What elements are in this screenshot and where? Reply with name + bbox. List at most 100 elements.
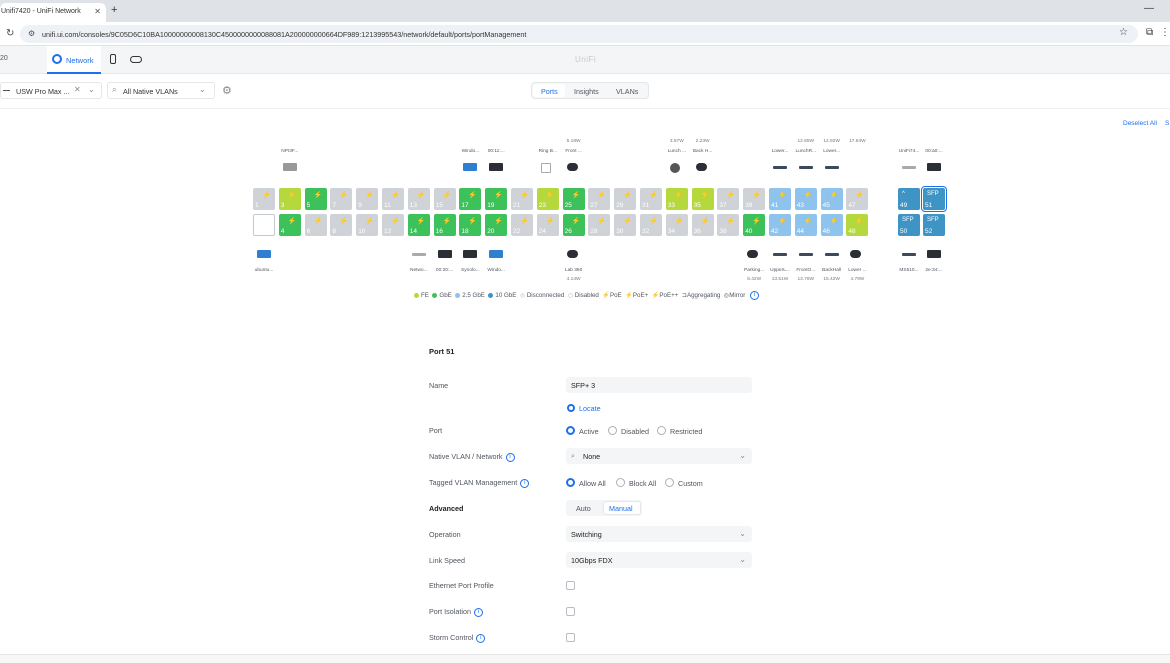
- port-13[interactable]: 13 ⚡: [407, 188, 430, 210]
- link-speed-select[interactable]: 10Gbps FDX ⌄: [566, 552, 752, 568]
- operation-select[interactable]: Switching ⌄: [566, 526, 752, 542]
- browser-tab[interactable]: Unifi7420 - UniFi Network ✕: [0, 3, 106, 22]
- port-36[interactable]: 36 ⚡: [691, 214, 714, 236]
- port-2[interactable]: 2: [253, 214, 275, 236]
- port-restricted-label[interactable]: Restricted: [670, 427, 702, 436]
- port-51[interactable]: 51 SFP: [921, 186, 947, 212]
- site-info-icon[interactable]: ⚙: [28, 29, 35, 38]
- port-7[interactable]: 7 ⚡: [330, 188, 353, 210]
- port-30[interactable]: 30 ⚡: [614, 214, 637, 236]
- info-icon[interactable]: i: [505, 452, 515, 462]
- port-9[interactable]: 9 ⚡: [356, 188, 379, 210]
- storm-control-checkbox[interactable]: [566, 633, 575, 642]
- ethernet-profile-checkbox[interactable]: [566, 581, 575, 590]
- allow-all-radio[interactable]: [566, 478, 575, 487]
- port-19[interactable]: 19 ⚡: [485, 188, 508, 210]
- port-47[interactable]: 47 ⚡: [846, 188, 869, 210]
- port-11[interactable]: 11 ⚡: [382, 188, 404, 210]
- port-16[interactable]: 16 ⚡: [433, 214, 456, 236]
- port-45[interactable]: 45 ⚡: [820, 188, 843, 210]
- port-28[interactable]: 28 ⚡: [588, 214, 611, 236]
- port-38[interactable]: 38 ⚡: [717, 214, 740, 236]
- new-tab-icon[interactable]: +: [111, 4, 117, 16]
- port-43[interactable]: 43 ⚡: [794, 188, 817, 210]
- port-39[interactable]: 39 ⚡: [743, 188, 766, 210]
- native-vlan-value[interactable]: None: [583, 452, 600, 461]
- port-34[interactable]: 34 ⚡: [665, 214, 688, 236]
- chevron-down-icon[interactable]: ⌄: [199, 85, 206, 94]
- port-5[interactable]: 5 ⚡: [304, 188, 327, 210]
- port-40[interactable]: 40 ⚡: [743, 214, 766, 236]
- name-input[interactable]: SFP+ 3: [566, 377, 752, 393]
- port-active-radio[interactable]: [566, 426, 575, 435]
- port-52[interactable]: 52 SFP: [923, 214, 945, 236]
- port-50[interactable]: 50 SFP: [898, 214, 920, 236]
- port-37[interactable]: 37 ⚡: [717, 188, 740, 210]
- port-29[interactable]: 29 ⚡: [614, 188, 637, 210]
- chevron-down-icon[interactable]: ⌄: [739, 529, 746, 538]
- port-10[interactable]: 10 ⚡: [356, 214, 379, 236]
- link-speed-value[interactable]: 10Gbps FDX: [571, 556, 613, 565]
- port-42[interactable]: 42 ⚡: [769, 214, 791, 236]
- deselect-all-link[interactable]: Deselect All: [1123, 120, 1157, 127]
- tab-ports[interactable]: Ports: [541, 87, 558, 96]
- device-select-value[interactable]: USW Pro Max ...: [16, 87, 70, 96]
- port-12[interactable]: 12 ⚡: [382, 214, 404, 236]
- operation-value[interactable]: Switching: [571, 530, 602, 539]
- block-all-radio[interactable]: [616, 478, 625, 487]
- port-17[interactable]: 17 ⚡: [459, 188, 482, 210]
- chevron-down-icon[interactable]: ⌄: [88, 85, 95, 94]
- chevron-down-icon[interactable]: ⌄: [739, 451, 746, 460]
- clear-icon[interactable]: ✕: [74, 85, 81, 94]
- port-21[interactable]: 21 ⚡: [511, 188, 533, 210]
- port-41[interactable]: 41 ⚡: [769, 188, 791, 210]
- settings-gear-icon[interactable]: ⚙: [222, 84, 232, 97]
- port-44[interactable]: 44 ⚡: [794, 214, 817, 236]
- port-15[interactable]: 15 ⚡: [433, 188, 456, 210]
- port-active-label[interactable]: Active: [579, 427, 599, 436]
- port-6[interactable]: 6 ⚡: [304, 214, 327, 236]
- url-text[interactable]: unifi.ui.com/consoles/9C05D6C10BA1000000…: [42, 30, 526, 39]
- port-49[interactable]: 49 ^: [898, 188, 920, 210]
- minimize-icon[interactable]: —: [1144, 3, 1154, 14]
- locate-icon[interactable]: [567, 404, 575, 412]
- chevron-down-icon[interactable]: ⌄: [739, 555, 746, 564]
- port-3[interactable]: 3 ⚡: [278, 188, 301, 210]
- port-32[interactable]: 32 ⚡: [640, 214, 662, 236]
- port-46[interactable]: 46 ⚡: [820, 214, 843, 236]
- port-disabled-radio[interactable]: [608, 426, 617, 435]
- tab-vlans[interactable]: VLANs: [616, 87, 638, 96]
- port-23[interactable]: 23 ⚡: [536, 188, 559, 210]
- port-24[interactable]: 24 ⚡: [536, 214, 559, 236]
- port-4[interactable]: 4 ⚡: [278, 214, 301, 236]
- port-48[interactable]: 48 ⚡: [846, 214, 869, 236]
- port-35[interactable]: 35 ⚡: [691, 188, 714, 210]
- port-isolation-checkbox[interactable]: [566, 607, 575, 616]
- custom-label[interactable]: Custom: [678, 479, 703, 488]
- extensions-icon[interactable]: ⧉: [1146, 27, 1153, 38]
- port-26[interactable]: 26 ⚡: [562, 214, 585, 236]
- allow-all-label[interactable]: Allow All: [579, 479, 606, 488]
- port-27[interactable]: 27 ⚡: [588, 188, 611, 210]
- info-icon[interactable]: i: [476, 633, 486, 643]
- port-33[interactable]: 33 ⚡: [665, 188, 688, 210]
- info-icon[interactable]: i: [750, 291, 760, 300]
- port-20[interactable]: 20 ⚡: [485, 214, 508, 236]
- vlan-filter-value[interactable]: All Native VLANs: [123, 87, 178, 96]
- advanced-auto[interactable]: Auto: [576, 504, 591, 513]
- port-1[interactable]: 1 ⚡: [253, 188, 275, 210]
- advanced-manual[interactable]: Manual: [609, 504, 633, 513]
- reload-icon[interactable]: ↻: [6, 28, 14, 39]
- custom-radio[interactable]: [665, 478, 674, 487]
- protect-device-icon[interactable]: [110, 54, 116, 64]
- tab-insights[interactable]: Insights: [574, 87, 599, 96]
- nav-network-label[interactable]: Network: [66, 56, 94, 65]
- info-icon[interactable]: i: [520, 478, 530, 488]
- info-icon[interactable]: i: [473, 607, 483, 617]
- port-31[interactable]: 31 ⚡: [640, 188, 662, 210]
- native-vlan-select[interactable]: ⌕ None ⌄: [566, 448, 752, 464]
- port-22[interactable]: 22 ⚡: [511, 214, 533, 236]
- car-icon[interactable]: [130, 56, 142, 63]
- port-14[interactable]: 14 ⚡: [407, 214, 430, 236]
- port-25[interactable]: 25 ⚡: [562, 188, 585, 210]
